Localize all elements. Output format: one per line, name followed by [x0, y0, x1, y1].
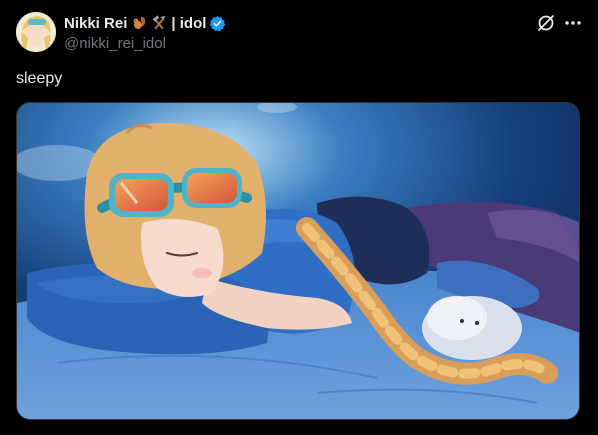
tweet-media-image[interactable] — [16, 102, 580, 420]
author-header: Nikki Rei | idol @nikki_rei_idol — [64, 13, 226, 52]
author-handle[interactable]: @nikki_rei_idol — [64, 35, 226, 52]
verified-badge-icon[interactable] — [209, 15, 226, 32]
name-row: Nikki Rei | idol — [64, 13, 226, 33]
grok-icon[interactable] — [536, 13, 556, 33]
tweet-text: sleepy — [16, 70, 63, 87]
squirrel-icon — [131, 15, 147, 31]
author-name-suffix: | idol — [171, 14, 207, 32]
more-icon[interactable] — [563, 13, 583, 33]
author-avatar[interactable] — [16, 12, 56, 52]
author-display-name[interactable]: Nikki Rei — [64, 15, 127, 32]
hammer-pick-icon — [151, 15, 167, 31]
